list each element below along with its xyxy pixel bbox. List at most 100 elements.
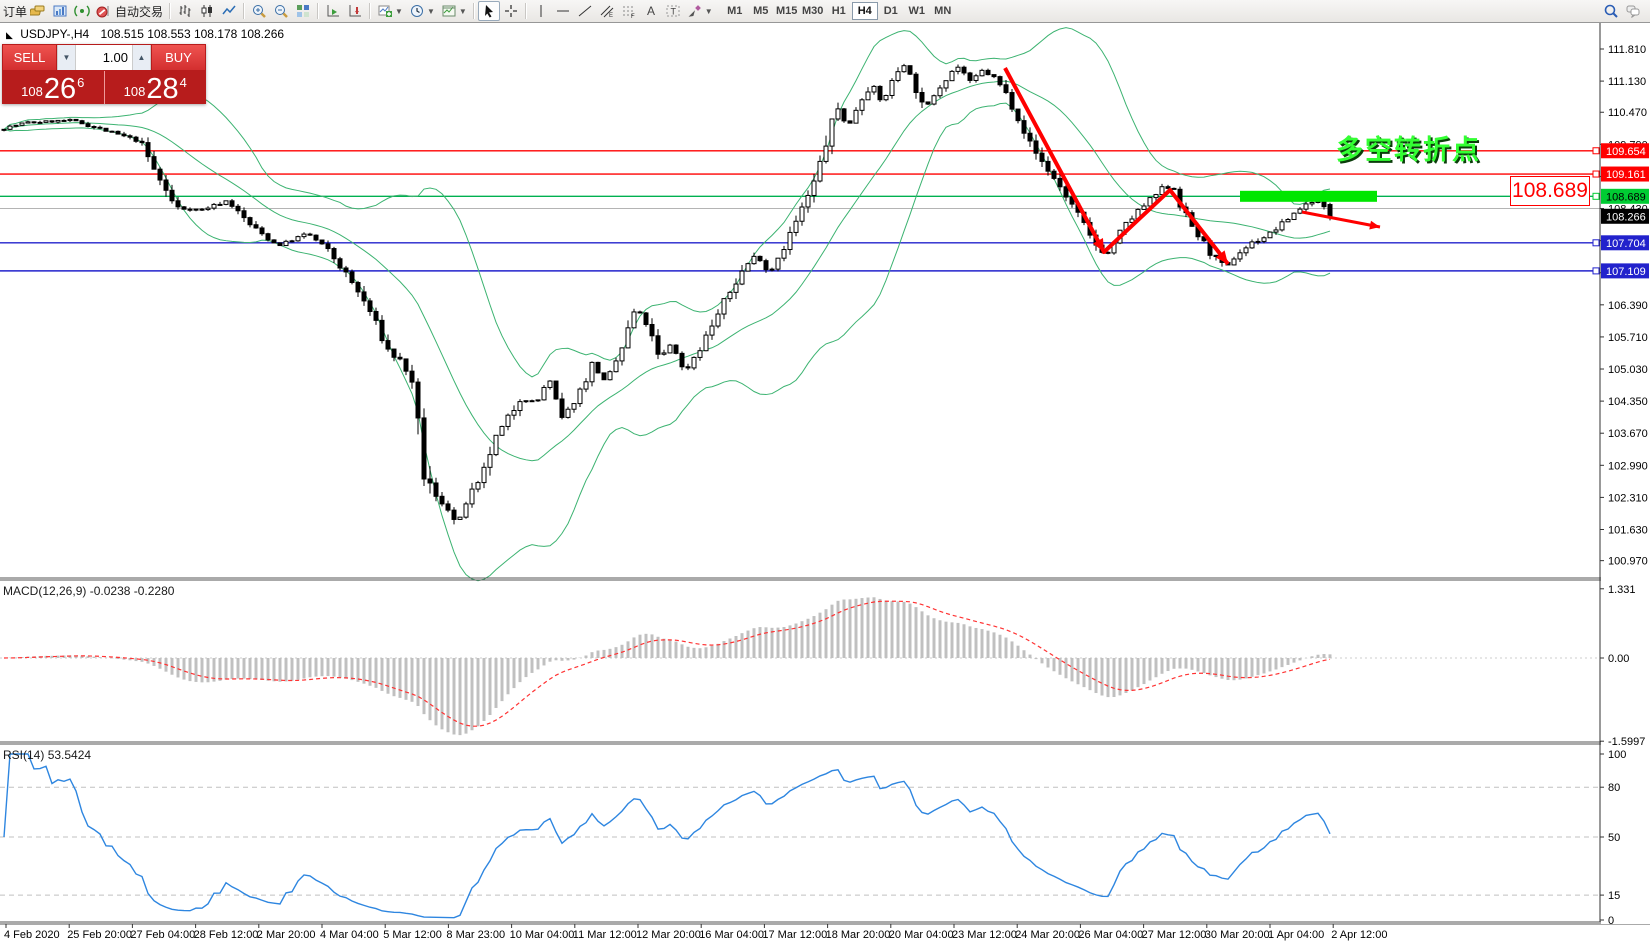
timeframe-m30-button[interactable]: M30	[800, 2, 826, 20]
bars-chart-icon[interactable]	[174, 1, 196, 21]
volume-increase-button[interactable]: ▲	[132, 45, 151, 70]
volume-input[interactable]	[76, 45, 132, 70]
toolbar-separator	[317, 3, 319, 19]
buy-price-prefix: 108	[124, 84, 146, 99]
chat-icon[interactable]	[1622, 1, 1644, 21]
fibonacci-icon[interactable]: F	[618, 1, 640, 21]
search-icon[interactable]	[1600, 1, 1622, 21]
svg-text:108.689: 108.689	[1606, 191, 1646, 203]
svg-text:A: A	[647, 4, 655, 18]
symbol-ohlc-bar: ◣ USDJPY-,H4 108.515 108.553 108.178 108…	[6, 27, 284, 41]
svg-text:102.990: 102.990	[1608, 460, 1648, 472]
svg-text:1.331: 1.331	[1608, 584, 1636, 596]
timeframe-m5-button[interactable]: M5	[748, 2, 774, 20]
timeframe-m15-button[interactable]: M15	[774, 2, 800, 20]
timeframe-m1-button[interactable]: M1	[722, 2, 748, 20]
tile-windows-icon[interactable]	[292, 1, 314, 21]
crosshair-icon[interactable]	[500, 1, 522, 21]
candles-chart-icon[interactable]	[196, 1, 218, 21]
svg-text:26 Mar 04:00: 26 Mar 04:00	[1078, 929, 1143, 941]
svg-text:105.710: 105.710	[1608, 332, 1648, 344]
svg-text:17 Mar 12:00: 17 Mar 12:00	[762, 929, 827, 941]
volume-decrease-button[interactable]: ▼	[57, 45, 76, 70]
text-label-icon[interactable]: T	[662, 1, 684, 21]
trendline-icon[interactable]	[574, 1, 596, 21]
equidistant-channel-icon[interactable]: E	[596, 1, 618, 21]
svg-text:28 Feb 12:00: 28 Feb 12:00	[194, 929, 259, 941]
buy-button[interactable]: BUY	[151, 44, 206, 71]
svg-text:4 Mar 04:00: 4 Mar 04:00	[320, 929, 379, 941]
svg-text:2 Apr 12:00: 2 Apr 12:00	[1331, 929, 1387, 941]
svg-text:111.810: 111.810	[1608, 44, 1646, 56]
timeframe-h1-button[interactable]: H1	[826, 2, 852, 20]
buy-price-sup: 4	[180, 75, 187, 90]
svg-text:5 Mar 12:00: 5 Mar 12:00	[383, 929, 442, 941]
vertical-line-icon[interactable]	[530, 1, 552, 21]
zoom-in-icon[interactable]	[248, 1, 270, 21]
toolbar-tools: 自动交易▼▼▼EFAT▼	[27, 1, 716, 21]
timeframe-w1-button[interactable]: W1	[904, 2, 930, 20]
svg-text:102.310: 102.310	[1608, 492, 1648, 504]
svg-text:T: T	[670, 7, 676, 17]
svg-text:10 Mar 04:00: 10 Mar 04:00	[510, 929, 575, 941]
svg-text:27 Mar 12:00: 27 Mar 12:00	[1142, 929, 1207, 941]
new-order-label[interactable]: 订单	[3, 3, 27, 20]
market-watch-icon[interactable]	[49, 1, 71, 21]
indicators-icon[interactable]: ▼	[374, 1, 406, 21]
svg-text:101.630: 101.630	[1608, 524, 1648, 536]
svg-text:0.00: 0.00	[1608, 653, 1629, 665]
svg-text:107.109: 107.109	[1606, 266, 1646, 278]
svg-text:0: 0	[1608, 915, 1614, 927]
new-order-icon[interactable]	[27, 1, 49, 21]
cursor-icon[interactable]	[478, 1, 500, 21]
svg-text:4 Feb 2020: 4 Feb 2020	[4, 929, 60, 941]
svg-text:25 Feb 20:00: 25 Feb 20:00	[67, 929, 132, 941]
volume-stepper: ▼ ▲	[57, 44, 151, 71]
arrows-icon[interactable]: ▼	[684, 1, 716, 21]
sell-price[interactable]: 108 26 6	[2, 71, 105, 104]
text-icon[interactable]: A	[640, 1, 662, 21]
toolbar-separator	[525, 3, 527, 19]
line-chart-icon[interactable]	[218, 1, 240, 21]
timeframe-mn-button[interactable]: MN	[930, 2, 956, 20]
svg-text:109.654: 109.654	[1606, 146, 1646, 158]
svg-text:27 Feb 04:00: 27 Feb 04:00	[130, 929, 195, 941]
periods-icon[interactable]: ▼	[406, 1, 438, 21]
timeframe-buttons: M1M5M15M30H1H4D1W1MN	[722, 2, 956, 20]
toolbar-separator	[473, 3, 475, 19]
svg-text:20 Mar 04:00: 20 Mar 04:00	[889, 929, 954, 941]
svg-text:104.350: 104.350	[1608, 396, 1648, 408]
chart-shift-icon[interactable]	[344, 1, 366, 21]
turning-point-annotation[interactable]: 多空转折点	[1336, 128, 1481, 167]
svg-text:109.161: 109.161	[1606, 169, 1646, 181]
trade-panel-top-row: SELL ▼ ▲ BUY	[2, 44, 206, 71]
buy-price[interactable]: 108 28 4	[105, 71, 207, 104]
zoom-out-icon[interactable]	[270, 1, 292, 21]
svg-text:-1.5997: -1.5997	[1608, 736, 1645, 748]
svg-text:1 Apr 04:00: 1 Apr 04:00	[1268, 929, 1324, 941]
auto-scroll-icon[interactable]	[322, 1, 344, 21]
svg-text:111.130: 111.130	[1608, 76, 1646, 88]
svg-text:30 Mar 20:00: 30 Mar 20:00	[1205, 929, 1270, 941]
svg-text:110.470: 110.470	[1608, 107, 1647, 119]
templates-icon[interactable]: ▼	[438, 1, 470, 21]
price-callout-box[interactable]: 108.689	[1510, 176, 1590, 206]
autotrade-button[interactable]: 自动交易	[93, 1, 166, 21]
collapse-arrow-icon[interactable]: ◣	[6, 30, 13, 40]
horizontal-line-icon[interactable]	[552, 1, 574, 21]
svg-text:16 Mar 04:00: 16 Mar 04:00	[699, 929, 764, 941]
sell-button[interactable]: SELL	[2, 44, 57, 71]
mt4-window: 111.810111.130110.470109.790109.110108.4…	[0, 0, 1650, 944]
signals-icon[interactable]	[71, 1, 93, 21]
timeframe-h4-button[interactable]: H4	[852, 2, 878, 20]
trade-panel-prices: 108 26 6 108 28 4	[2, 71, 206, 104]
svg-text:24 Mar 20:00: 24 Mar 20:00	[1015, 929, 1080, 941]
sell-price-prefix: 108	[21, 84, 43, 99]
timeframe-d1-button[interactable]: D1	[878, 2, 904, 20]
sell-price-sup: 6	[77, 75, 84, 90]
svg-text:12 Mar 20:00: 12 Mar 20:00	[636, 929, 701, 941]
toolbar-right	[1600, 1, 1644, 21]
svg-text:E: E	[609, 13, 613, 19]
svg-text:2 Mar 20:00: 2 Mar 20:00	[257, 929, 316, 941]
one-click-trade-panel: SELL ▼ ▲ BUY 108 26 6 108 28 4	[2, 44, 206, 104]
